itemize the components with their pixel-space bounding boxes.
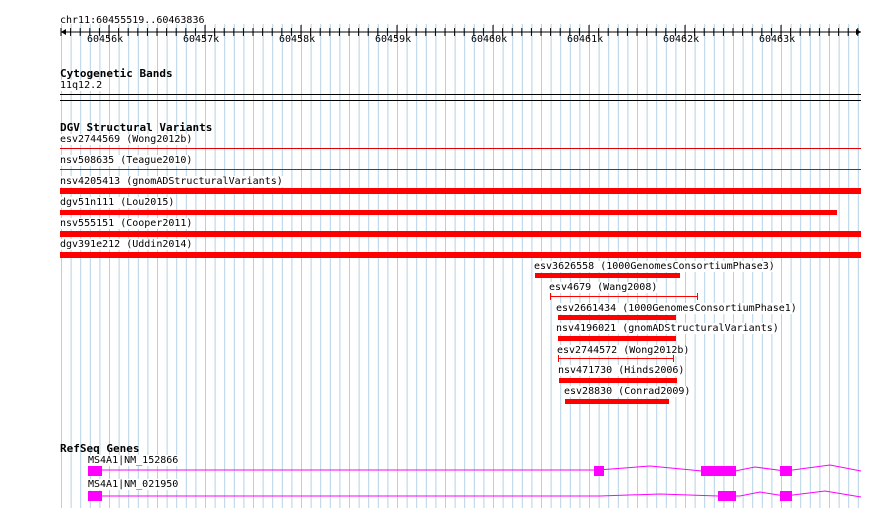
dgv-interval-end-tick bbox=[673, 355, 674, 362]
exon bbox=[88, 491, 102, 501]
exon bbox=[88, 466, 102, 476]
dgv-feature-line[interactable] bbox=[550, 296, 697, 297]
dgv-feature-label[interactable]: esv4679 (Wang2008) bbox=[548, 282, 659, 293]
exon bbox=[718, 491, 736, 501]
dgv-feature-bar[interactable] bbox=[559, 378, 677, 383]
refseq-transcript-model[interactable] bbox=[0, 486, 890, 506]
ruler-tick-label: 60460k bbox=[471, 34, 508, 45]
dgv-feature-bar[interactable] bbox=[60, 231, 861, 237]
dgv-feature-label[interactable]: nsv471730 (Hinds2006) bbox=[557, 365, 686, 376]
dgv-interval-end-tick bbox=[697, 293, 698, 300]
dgv-feature-bar[interactable] bbox=[558, 315, 676, 320]
dgv-feature-bar[interactable] bbox=[535, 273, 680, 278]
dgv-feature-bar[interactable] bbox=[558, 336, 676, 341]
exon bbox=[780, 466, 792, 476]
exon bbox=[780, 491, 792, 501]
scroll-right-arrow-icon[interactable] bbox=[856, 29, 861, 35]
dgv-feature-label[interactable]: dgv391e212 (Uddin2014) bbox=[59, 239, 194, 250]
ruler-tick-label: 60459k bbox=[375, 34, 412, 45]
dgv-feature-label[interactable]: esv2744572 (Wong2012b) bbox=[556, 345, 691, 356]
dgv-feature-line[interactable] bbox=[60, 148, 861, 149]
ruler-tick-label: 60457k bbox=[183, 34, 220, 45]
cytoband-line-bottom bbox=[60, 100, 861, 101]
ruler-tick-label: 60462k bbox=[663, 34, 700, 45]
dgv-feature-label[interactable]: nsv4205413 (gnomADStructuralVariants) bbox=[59, 176, 284, 187]
ruler-tick-label: 60458k bbox=[279, 34, 316, 45]
dgv-feature-label[interactable]: esv28830 (Conrad2009) bbox=[563, 386, 692, 397]
dgv-feature-bar[interactable] bbox=[60, 252, 861, 258]
cytoband-line-top bbox=[60, 94, 861, 95]
dgv-interval-start-tick bbox=[558, 355, 559, 362]
dgv-feature-label[interactable]: esv2661434 (1000GenomesConsortiumPhase1) bbox=[555, 303, 798, 314]
intron-line bbox=[88, 464, 862, 472]
intron-line bbox=[88, 490, 862, 498]
ruler-tick-label: 60461k bbox=[567, 34, 604, 45]
dgv-feature-bar[interactable] bbox=[60, 188, 861, 194]
ruler-tick-label: 60456k bbox=[87, 34, 124, 45]
dgv-feature-line[interactable] bbox=[558, 358, 673, 359]
dgv-feature-label[interactable]: nsv555151 (Cooper2011) bbox=[59, 218, 194, 229]
dgv-feature-label[interactable]: dgv51n111 (Lou2015) bbox=[59, 197, 176, 208]
dgv-track-title: DGV Structural Variants bbox=[60, 121, 213, 134]
ruler-scale[interactable] bbox=[0, 24, 890, 46]
dgv-feature-label[interactable]: nsv508635 (Teague2010) bbox=[59, 155, 194, 166]
refseq-track-title: RefSeq Genes bbox=[60, 442, 140, 455]
ruler-tick-label: 60463k bbox=[759, 34, 796, 45]
dgv-feature-label[interactable]: esv2744569 (Wong2012b) bbox=[59, 134, 194, 145]
exon bbox=[701, 466, 736, 476]
dgv-feature-label[interactable]: nsv4196021 (gnomADStructuralVariants) bbox=[555, 323, 780, 334]
cytoband-label[interactable]: 11q12.2 bbox=[59, 80, 104, 91]
dgv-feature-label[interactable]: esv3626558 (1000GenomesConsortiumPhase3) bbox=[533, 261, 776, 272]
dgv-feature-line[interactable] bbox=[60, 169, 861, 170]
exon bbox=[594, 466, 604, 476]
refseq-transcript-model[interactable] bbox=[0, 460, 890, 480]
dgv-feature-bar[interactable] bbox=[60, 210, 837, 215]
scroll-left-arrow-icon[interactable] bbox=[61, 29, 66, 35]
cytoband-track-title: Cytogenetic Bands bbox=[60, 67, 173, 80]
dgv-interval-start-tick bbox=[550, 293, 551, 300]
dgv-feature-bar[interactable] bbox=[565, 399, 669, 404]
